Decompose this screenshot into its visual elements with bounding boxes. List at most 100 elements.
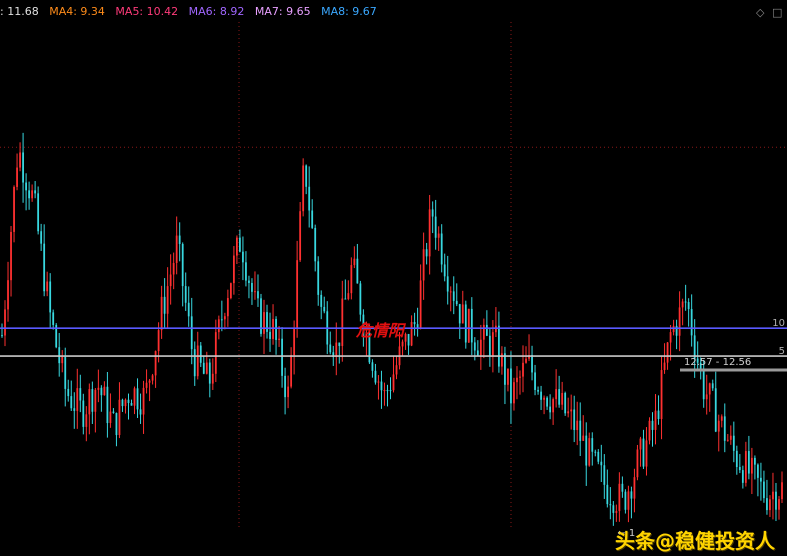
candle-body <box>543 397 545 400</box>
range-note: 12.57 - 12.56 <box>684 357 751 368</box>
candle-body <box>549 406 552 413</box>
candle-body <box>561 392 564 405</box>
candle-body <box>775 491 777 510</box>
candle-body <box>202 362 205 374</box>
candle-body <box>772 491 774 500</box>
candle-body <box>88 389 91 415</box>
candle-body <box>148 380 151 383</box>
candle-body <box>633 477 636 499</box>
candle-body <box>615 511 618 513</box>
candle-body <box>579 420 582 441</box>
candle-body <box>133 388 136 406</box>
candle-body <box>769 499 771 511</box>
candle-body <box>386 390 389 392</box>
candle-body <box>335 342 338 357</box>
candle-body <box>555 389 558 400</box>
grid-layer <box>0 22 787 530</box>
candle-body <box>588 438 591 466</box>
candle-body <box>624 491 627 510</box>
candle-body <box>513 382 515 404</box>
candle-body <box>43 243 46 292</box>
candle-body <box>208 362 211 384</box>
candle-body <box>693 335 696 359</box>
candle-body <box>359 283 362 315</box>
candle-body <box>687 302 690 310</box>
candle-body <box>239 237 241 252</box>
candle-body <box>329 344 332 353</box>
candle-body <box>630 491 633 499</box>
diamond-outline-icon[interactable]: ◇ <box>756 6 764 19</box>
candle-body <box>479 339 482 356</box>
candle-body <box>600 461 603 466</box>
candle-body <box>353 258 356 266</box>
candle-body <box>100 387 103 396</box>
candle-body <box>464 304 467 343</box>
candle-body <box>157 330 160 352</box>
candle-body <box>576 420 579 431</box>
candle-body <box>690 309 693 336</box>
candle-body <box>449 291 452 293</box>
candle-body <box>747 451 750 474</box>
candle-body <box>151 375 154 381</box>
candle-body <box>94 389 97 412</box>
candle-body <box>470 308 473 343</box>
candle-body <box>136 388 139 410</box>
candle-body <box>516 377 518 383</box>
legend-ma5: MA5: 10.42 <box>115 5 179 18</box>
candle-body <box>651 420 654 430</box>
candle-body <box>760 477 762 482</box>
candle-body <box>672 325 675 333</box>
candle-body <box>763 481 765 499</box>
candle-body <box>97 387 100 390</box>
candle-body <box>413 322 416 325</box>
candle-body <box>299 211 302 261</box>
candle-body <box>540 391 542 400</box>
candle-body <box>552 399 555 413</box>
candle-body <box>287 386 290 398</box>
candle-body <box>317 261 320 295</box>
candle-body <box>251 282 253 292</box>
candle-body <box>37 193 40 232</box>
candle-body <box>178 235 181 244</box>
candle-body <box>570 409 573 412</box>
candle-body <box>410 322 413 346</box>
candle-body <box>229 283 232 299</box>
candle-body <box>380 381 383 391</box>
watermark: 头条@稳健投资人 <box>615 529 775 553</box>
candle-body <box>196 345 199 377</box>
candle-body <box>269 331 271 339</box>
candle-body <box>537 389 539 392</box>
candle-body <box>223 316 226 320</box>
candle-body <box>19 152 21 168</box>
candle-body <box>594 451 597 453</box>
candle-body <box>76 388 79 411</box>
candle-body <box>744 451 747 483</box>
candle-body <box>488 335 491 357</box>
candle-body <box>757 464 759 478</box>
candle-body <box>236 237 238 256</box>
candle-body <box>621 483 624 492</box>
candle-body <box>482 324 485 340</box>
candle-body <box>455 300 458 305</box>
candle-body <box>720 416 723 421</box>
candle-body <box>302 165 305 212</box>
candle-body <box>115 412 118 436</box>
candle-body <box>419 280 422 328</box>
candle-body <box>573 409 576 431</box>
candle-body <box>714 388 717 432</box>
candle-body <box>705 394 708 400</box>
candle-body <box>702 370 705 400</box>
candle-body <box>248 280 250 283</box>
candle-body <box>425 249 428 257</box>
candle-body <box>443 264 446 277</box>
legend-ma8: MA8: 9.67 <box>321 5 377 18</box>
candle-body <box>377 381 380 383</box>
candle-body <box>458 304 461 324</box>
candle-body <box>717 420 720 432</box>
candle-body <box>79 388 82 401</box>
candle-body <box>290 355 293 387</box>
candle-body <box>73 408 76 411</box>
candle-body <box>121 399 124 407</box>
square-outline-icon[interactable]: □ <box>772 6 782 19</box>
candle-body <box>666 342 669 363</box>
